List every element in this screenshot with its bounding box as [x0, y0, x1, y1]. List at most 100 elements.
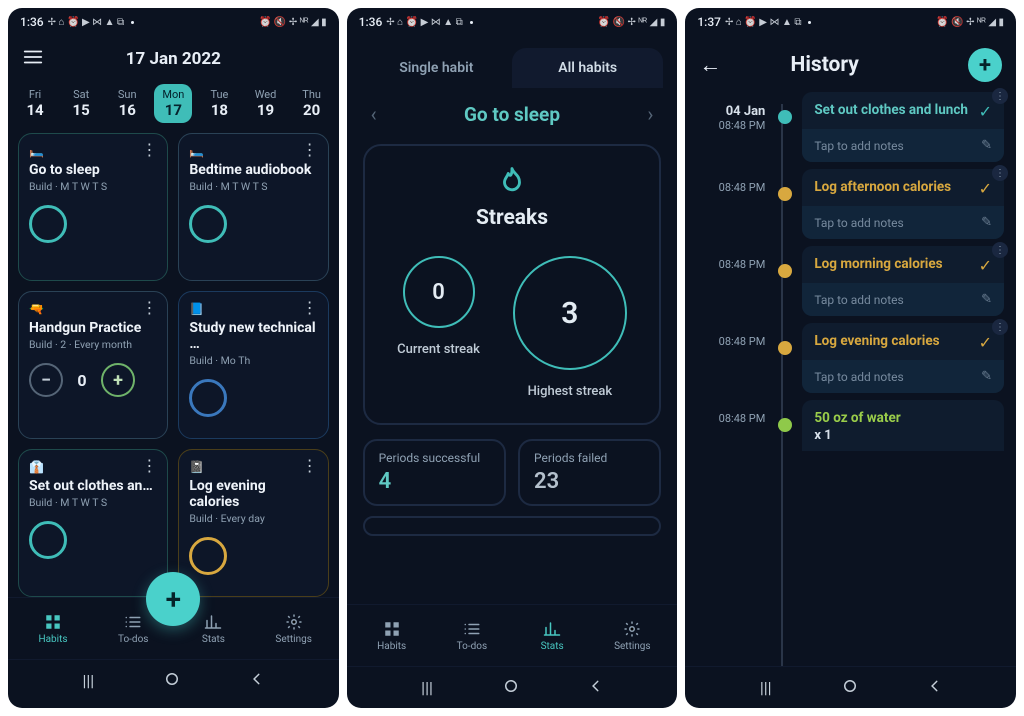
kpi-failed: Periods failed 23 [518, 439, 661, 506]
card-title: Log evening calories [189, 478, 317, 510]
phone-3-history: 1:37 ✢ ⌂ ⏰ ▶ ⋈ ▲ ⧉ ⏰ 🔇 ✢ ᴺᴿ ◢ ▮ ← Histor… [685, 8, 1016, 708]
card-menu-icon[interactable]: ⋮ [300, 458, 320, 474]
nav-back[interactable] [589, 678, 603, 697]
timeline-dot [778, 110, 792, 124]
status-dot [808, 21, 811, 24]
gear-icon [623, 620, 641, 638]
progress-ring[interactable] [189, 205, 227, 243]
card-menu-icon[interactable]: ⋮ [139, 142, 159, 158]
card-menu-icon[interactable]: ⋮ [300, 142, 320, 158]
habit-selector: ‹ Go to sleep › [347, 88, 678, 134]
card-menu-icon[interactable]: ⋮ [992, 88, 1008, 104]
pencil-icon: ✎ [981, 292, 992, 307]
gear-icon [285, 613, 303, 631]
card-menu-icon[interactable]: ⋮ [992, 319, 1008, 335]
day-sun[interactable]: Sun16 [108, 84, 146, 123]
nav-home[interactable] [163, 670, 181, 692]
status-icons-left: ✢ ⌂ ⏰ ▶ ⋈ ▲ ⧉ [386, 17, 463, 28]
stepper-plus[interactable]: + [101, 363, 135, 397]
nav-recents[interactable]: ||| [82, 671, 94, 690]
kpi-row: Periods successful 4 Periods failed 23 [347, 439, 678, 506]
card-emoji: 📘 [189, 302, 317, 316]
grid-icon [44, 613, 62, 631]
history-item-clothes: 04 Jan 08:48 PM ⋮ Set out clothes and lu… [695, 92, 1004, 162]
phone-2-stats: 1:36 ✢ ⌂ ⏰ ▶ ⋈ ▲ ⧉ ⏰ 🔇 ✢ ᴺᴿ ◢ ▮ Single h… [347, 8, 678, 708]
list-icon [124, 613, 142, 631]
kpi-label: Periods successful [379, 451, 490, 465]
habit-card-audiobook[interactable]: ⋮ 🛏️ Bedtime audiobook Build · M T W T S [178, 133, 328, 281]
history-title: Log afternoon calories [814, 179, 951, 195]
android-nav: ||| [685, 666, 1016, 708]
notes-row[interactable]: Tap to add notes ✎ [802, 283, 1004, 316]
progress-ring[interactable] [29, 521, 67, 559]
progress-ring[interactable] [189, 537, 227, 575]
status-icons-left: ✢ ⌂ ⏰ ▶ ⋈ ▲ ⧉ [48, 17, 125, 28]
tab-settings[interactable]: Settings [603, 620, 661, 652]
day-mon-selected[interactable]: Mon17 [154, 84, 192, 123]
card-menu-icon[interactable]: ⋮ [139, 300, 159, 316]
android-nav: ||| [8, 659, 339, 701]
chevron-right-icon[interactable]: › [647, 102, 653, 126]
fab-add-habit[interactable]: + [146, 572, 200, 626]
nav-recents[interactable]: ||| [421, 678, 433, 697]
day-fri[interactable]: Fri14 [16, 84, 54, 123]
seg-all-habits[interactable]: All habits [512, 48, 663, 88]
card-title: Bedtime audiobook [189, 162, 317, 178]
history-card[interactable]: 50 oz of water x 1 [802, 400, 1004, 451]
list-icon [463, 620, 481, 638]
card-emoji: 🔫 [29, 302, 157, 316]
phone-1-habits: 1:36 ✢ ⌂ ⏰ ▶ ⋈ ▲ ⧉ ⏰ 🔇 ✢ ᴺᴿ ◢ ▮ 17 Jan 2… [8, 8, 339, 708]
habit-card-clothes[interactable]: ⋮ 👔 Set out clothes an… Build · M T W T … [18, 449, 168, 597]
tab-habits[interactable]: Habits [363, 620, 421, 652]
habit-card-log-evening[interactable]: ⋮ 📓 Log evening calories Build · Every d… [178, 449, 328, 597]
status-icons-right: ⏰ 🔇 ✢ ᴺᴿ ◢ ▮ [936, 17, 1004, 28]
status-time: 1:37 [697, 15, 721, 29]
tab-habits[interactable]: Habits [24, 613, 82, 645]
card-menu-icon[interactable]: ⋮ [139, 458, 159, 474]
card-title: Go to sleep [29, 162, 157, 178]
habit-card-sleep[interactable]: ⋮ 🛏️ Go to sleep Build · M T W T S [18, 133, 168, 281]
tab-stats[interactable]: Stats [523, 620, 581, 652]
tab-settings[interactable]: Settings [265, 613, 323, 645]
card-emoji: 📓 [189, 460, 317, 474]
seg-single-habit[interactable]: Single habit [361, 48, 512, 88]
status-icons-right: ⏰ 🔇 ✢ ᴺᴿ ◢ ▮ [598, 17, 666, 28]
habit-card-study[interactable]: ⋮ 📘 Study new technical … Build · Mo Th [178, 291, 328, 439]
nav-back[interactable] [928, 678, 942, 697]
nav-recents[interactable]: ||| [760, 678, 772, 697]
day-sat[interactable]: Sat15 [62, 84, 100, 123]
stepper-minus[interactable]: − [29, 363, 63, 397]
habit-card-handgun[interactable]: ⋮ 🔫 Handgun Practice Build · 2 · Every m… [18, 291, 168, 439]
progress-ring[interactable] [29, 205, 67, 243]
history-sub: x 1 [814, 428, 831, 443]
add-entry-button[interactable]: + [968, 48, 1002, 82]
chevron-left-icon[interactable]: ‹ [371, 102, 377, 126]
history-card[interactable]: ⋮ Log morning calories ✓ Tap to add note… [802, 246, 1004, 316]
day-tue[interactable]: Tue18 [200, 84, 238, 123]
tab-todos[interactable]: To-dos [443, 620, 501, 652]
nav-home[interactable] [841, 677, 859, 699]
history-card[interactable]: ⋮ Set out clothes and lunch ✓ Tap to add… [802, 92, 1004, 162]
card-menu-icon[interactable]: ⋮ [300, 300, 320, 316]
check-icon: ✓ [979, 179, 992, 198]
nav-home[interactable] [502, 677, 520, 699]
check-icon: ✓ [979, 102, 992, 121]
card-menu-icon[interactable]: ⋮ [992, 165, 1008, 181]
progress-ring[interactable] [189, 379, 227, 417]
history-card[interactable]: ⋮ Log evening calories ✓ Tap to add note… [802, 323, 1004, 393]
chart-icon [543, 620, 561, 638]
flame-icon [497, 166, 527, 196]
card-title: Handgun Practice [29, 320, 157, 336]
card-title: Set out clothes an… [29, 478, 157, 494]
history-item-evening: 08:48 PM ⋮ Log evening calories ✓ Tap to… [695, 323, 1004, 393]
nav-back[interactable] [250, 671, 264, 690]
card-menu-icon[interactable]: ⋮ [992, 242, 1008, 258]
habit-name: Go to sleep [464, 103, 560, 126]
notes-row[interactable]: Tap to add notes ✎ [802, 129, 1004, 162]
card-title: Study new technical … [189, 320, 317, 352]
notes-row[interactable]: Tap to add notes ✎ [802, 360, 1004, 393]
history-card[interactable]: ⋮ Log afternoon calories ✓ Tap to add no… [802, 169, 1004, 239]
day-thu[interactable]: Thu20 [293, 84, 331, 123]
notes-row[interactable]: Tap to add notes ✎ [802, 206, 1004, 239]
day-wed[interactable]: Wed19 [247, 84, 285, 123]
